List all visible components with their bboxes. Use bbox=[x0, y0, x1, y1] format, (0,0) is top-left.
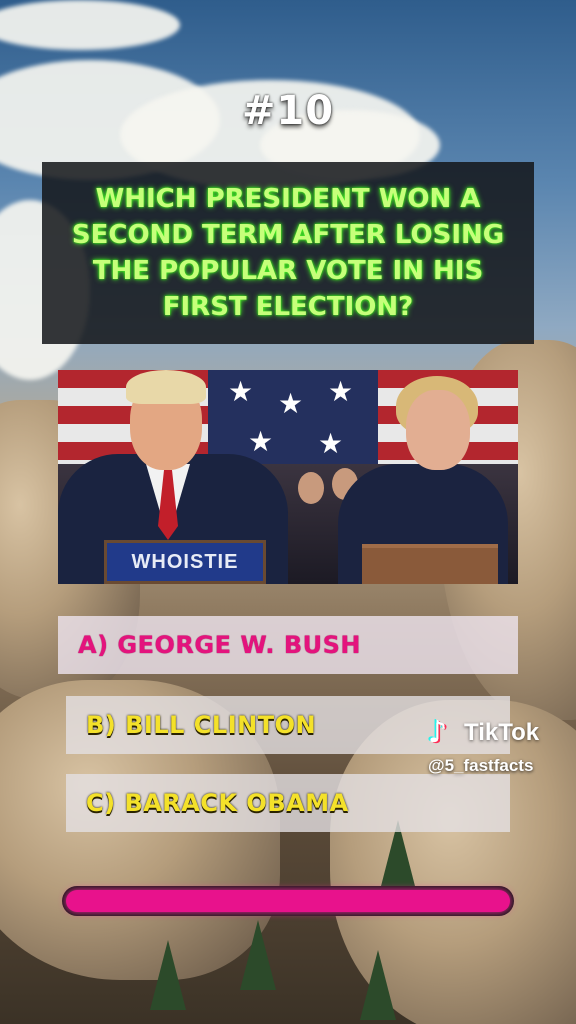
candidate-right-face bbox=[406, 390, 470, 470]
debate-image: ★ ★ ★ ★ ★ WHOISTIE bbox=[58, 370, 518, 584]
cloud bbox=[0, 0, 180, 50]
tiktok-handle: @5_fastfacts bbox=[428, 756, 534, 775]
tiktok-logo: ♪ ♪ ♪ TikTok bbox=[426, 714, 568, 751]
crowd-head bbox=[298, 472, 324, 504]
tiktok-watermark: ♪ ♪ ♪ TikTok @5_fastfacts bbox=[426, 714, 568, 786]
candidate-left-hair bbox=[126, 370, 206, 404]
tree bbox=[240, 920, 276, 990]
star-icon: ★ bbox=[318, 427, 344, 460]
tree bbox=[360, 950, 396, 1020]
answer-label: A) GEORGE W. BUSH bbox=[78, 631, 361, 659]
question-box: WHICH PRESIDENT WON A SECOND TERM AFTER … bbox=[42, 162, 534, 344]
star-icon: ★ bbox=[248, 425, 274, 458]
question-number: #10 bbox=[241, 88, 335, 134]
podium-sign: WHOISTIE bbox=[104, 540, 266, 584]
answer-label: C) BARACK OBAMA bbox=[86, 789, 349, 817]
timer-bar-fill bbox=[66, 890, 510, 912]
tiktok-note-icon: ♪ ♪ ♪ bbox=[426, 714, 450, 751]
star-icon: ★ bbox=[228, 375, 254, 408]
tiktok-brand: TikTok bbox=[464, 719, 540, 746]
answer-label: B) BILL CLINTON bbox=[86, 711, 317, 739]
podium-right bbox=[362, 544, 498, 584]
timer-bar bbox=[62, 886, 514, 916]
answer-option-a[interactable]: A) GEORGE W. BUSH bbox=[58, 616, 518, 674]
star-icon: ★ bbox=[278, 387, 304, 420]
question-text: WHICH PRESIDENT WON A SECOND TERM AFTER … bbox=[71, 184, 505, 322]
star-icon: ★ bbox=[328, 375, 354, 408]
tree bbox=[150, 940, 186, 1010]
podium-text: WHOISTIE bbox=[131, 550, 239, 573]
